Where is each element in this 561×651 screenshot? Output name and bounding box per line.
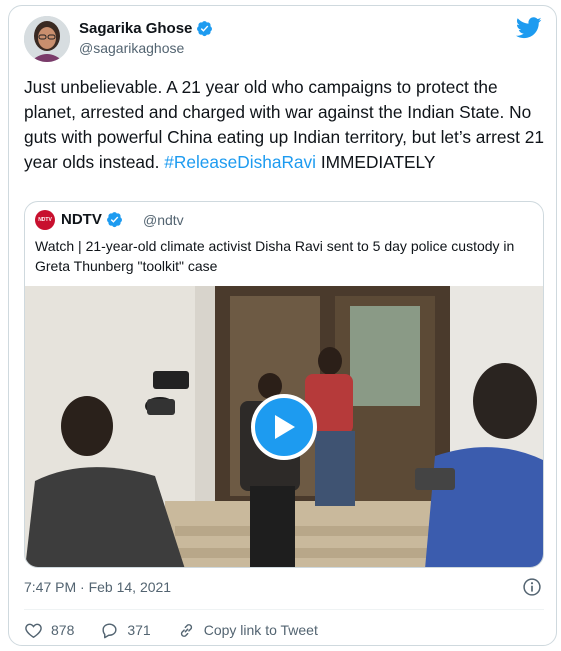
hashtag-link[interactable]: #ReleaseDishaRavi	[164, 152, 316, 172]
heart-icon	[25, 623, 42, 638]
verified-badge-icon	[197, 21, 213, 37]
link-icon	[180, 623, 192, 637]
author-name[interactable]: Sagarika Ghose	[79, 20, 213, 37]
quoted-author-name[interactable]: NDTV	[61, 211, 123, 228]
author-handle[interactable]: @sagarikaghose	[79, 40, 184, 56]
video-thumbnail[interactable]	[25, 286, 543, 567]
quoted-tweet[interactable]: NDTV NDTV @ndtv Watch | 21-year-old clim…	[24, 201, 544, 568]
tweet-card[interactable]: Sagarika Ghose @sagarikaghose Just unbel…	[8, 5, 557, 646]
like-count: 878	[51, 622, 75, 638]
play-button[interactable]	[251, 394, 317, 460]
copy-link-button[interactable]: Copy link to Tweet	[177, 621, 318, 640]
info-icon[interactable]	[522, 577, 542, 597]
tweet-timestamp[interactable]: 7:47 PM · Feb 14, 2021	[24, 579, 171, 595]
quoted-avatar[interactable]: NDTV	[35, 210, 55, 230]
play-icon	[275, 415, 295, 439]
reply-icon	[102, 622, 117, 638]
action-bar: 878 371 Copy link to Tweet	[24, 619, 344, 641]
quoted-author-handle[interactable]: @ndtv	[143, 212, 184, 228]
copy-link-label: Copy link to Tweet	[203, 622, 318, 638]
divider	[24, 609, 544, 610]
author-avatar[interactable]	[24, 16, 70, 62]
like-button[interactable]: 878	[24, 621, 74, 640]
verified-badge-icon	[106, 212, 122, 228]
quoted-text: Watch | 21-year-old climate activist Dis…	[35, 238, 515, 274]
tweet-text: Just unbelievable. A 21 year old who cam…	[24, 77, 544, 172]
reply-count: 371	[127, 622, 151, 638]
twitter-bird-icon[interactable]	[516, 17, 542, 39]
reply-button[interactable]: 371	[100, 621, 151, 640]
